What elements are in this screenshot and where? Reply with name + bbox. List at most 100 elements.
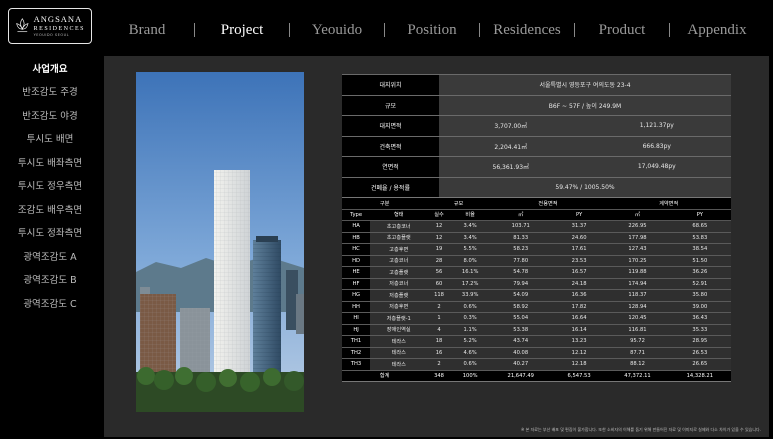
nav-yeouido[interactable]: Yeouido (290, 22, 384, 39)
info-value: 59.47% / 1005.50% (439, 176, 731, 198)
cell-count: 1 (427, 312, 451, 325)
unit-table-body: HA 초고층코너 12 3.4% 103.71 31.37 226.95 68.65 HB 초고층… (342, 220, 731, 371)
col-exclusive-py: PY (551, 209, 607, 221)
info-row-coverage-ratio: 건폐율 / 용적률 59.47% / 1005.50% (342, 176, 731, 198)
cell-type: TH2 (342, 347, 371, 359)
header-contract-area: 계약면적 (606, 197, 731, 210)
cell-exclusive-sqm: 79.94 (489, 278, 552, 290)
cell-count: 18 (427, 335, 451, 348)
cell-contract-py: 53.83 (668, 232, 731, 244)
side-item-wide-aerial-b[interactable]: 광역조감도 B (0, 268, 100, 292)
unit-table-row: HJ 장애인역실 4 1.1% 53.38 16.14 116.81 35.33 (342, 324, 731, 336)
side-item-perspective-rear-left[interactable]: 투시도 배좌측면 (0, 150, 100, 174)
cell-exclusive-sqm: 40.27 (489, 358, 552, 371)
col-ratio: 비율 (450, 209, 490, 221)
cell-contract-py: 36.26 (668, 266, 731, 279)
cell-contract-sqm: 170.25 (606, 255, 669, 267)
building-rendering-image (136, 72, 304, 412)
cell-exclusive-sqm: 54.78 (489, 266, 552, 279)
cell-contract-sqm: 226.95 (606, 220, 669, 233)
side-item-half-aerial-day[interactable]: 반조감도 주경 (0, 80, 100, 104)
cell-form: 저층코너 (370, 278, 428, 290)
col-contract-py: PY (668, 209, 731, 221)
cell-form: 고층플랫 (370, 266, 428, 279)
side-item-perspective-rear[interactable]: 투시도 배면 (0, 127, 100, 151)
cell-type: HE (342, 266, 371, 279)
cell-contract-py: 51.50 (668, 255, 731, 267)
info-label: 대지위치 (342, 74, 439, 95)
unit-table-row: HE 고층플랫 56 16.1% 54.78 16.57 119.88 36.26 (342, 266, 731, 279)
cell-form: 저층플랫-1 (370, 312, 428, 325)
total-exclusive-py: 6,547.53 (551, 369, 607, 382)
info-value: B6F ~ 57F / 높이 249.9M (439, 94, 731, 116)
cell-exclusive-py: 17.61 (551, 243, 607, 256)
unit-type-table: 구분 규모 전용면적 계약면적 Type 형태 실수 비율 ㎡ PY ㎡ PY … (342, 197, 731, 382)
logo-wordmark: ANGSANA (33, 14, 83, 24)
info-value-sqm: 3,707.00㎡ (439, 115, 583, 136)
side-item-overview[interactable]: 사업개요 (0, 56, 100, 80)
info-row-site-area: 대지면적 3,707.00㎡ 1,121.37py (342, 115, 731, 136)
cell-exclusive-py: 13.23 (551, 335, 607, 348)
cell-ratio: 4.6% (450, 347, 490, 359)
col-exclusive-sqm: ㎡ (489, 209, 552, 221)
cell-contract-py: 68.65 (668, 220, 731, 233)
cell-exclusive-sqm: 40.08 (489, 347, 552, 359)
cell-contract-sqm: 88.12 (606, 358, 669, 371)
cell-form: 장애인역실 (370, 324, 428, 336)
nav-brand[interactable]: Brand (100, 22, 194, 39)
col-form: 형태 (370, 209, 428, 221)
cell-type: TH1 (342, 335, 371, 348)
cell-exclusive-py: 16.14 (551, 324, 607, 336)
cell-type: TH3 (342, 358, 371, 371)
side-item-perspective-front-left[interactable]: 투시도 정좌측면 (0, 221, 100, 245)
cell-exclusive-sqm: 53.38 (489, 324, 552, 336)
nav-appendix[interactable]: Appendix (670, 22, 764, 39)
info-value: 서울특별시 영등포구 여의도동 23-4 (439, 74, 731, 95)
cell-contract-sqm: 174.94 (606, 278, 669, 290)
cell-type: HA (342, 220, 371, 233)
nav-project[interactable]: Project (195, 22, 289, 39)
nav-position[interactable]: Position (385, 22, 479, 39)
cell-exclusive-sqm: 81.33 (489, 232, 552, 244)
nav-product[interactable]: Product (575, 22, 669, 39)
cell-ratio: 8.0% (450, 255, 490, 267)
unit-table-row: HC 고층후면 19 5.5% 58.23 17.61 127.43 38.54 (342, 243, 731, 256)
cell-count: 60 (427, 278, 451, 290)
logo-tagline: YEOUIDO SEOUL (33, 32, 70, 37)
total-exclusive-sqm: 21,647.49 (489, 369, 552, 382)
side-item-wide-aerial-c[interactable]: 광역조감도 C (0, 291, 100, 315)
total-label: 합계 (342, 369, 428, 382)
disclaimer-note: ※ 본 자료는 부산 배포 및 편집이 불가합니다. 또한 소비자의 이해를 돕… (521, 427, 761, 432)
cell-exclusive-sqm: 77.80 (489, 255, 552, 267)
cell-exclusive-sqm: 43.74 (489, 335, 552, 348)
cell-type: HH (342, 301, 371, 313)
side-item-aerial-rear-right[interactable]: 조감도 배우측면 (0, 197, 100, 221)
lotus-emblem-icon (16, 18, 29, 33)
nav-residences[interactable]: Residences (480, 22, 574, 39)
cell-contract-py: 26.53 (668, 347, 731, 359)
cell-count: 118 (427, 289, 451, 302)
col-contract-sqm: ㎡ (606, 209, 669, 221)
unit-table-row: TH1 테라스 18 5.2% 43.74 13.23 95.72 28.95 (342, 335, 731, 348)
cell-contract-sqm: 120.45 (606, 312, 669, 325)
side-item-perspective-front-right[interactable]: 투시도 정우측면 (0, 174, 100, 198)
cell-contract-sqm: 128.94 (606, 301, 669, 313)
cell-contract-py: 39.00 (668, 301, 731, 313)
cell-exclusive-py: 24.18 (551, 278, 607, 290)
side-item-half-aerial-night[interactable]: 반조감도 야경 (0, 103, 100, 127)
cell-exclusive-sqm: 103.71 (489, 220, 552, 233)
side-menu: 사업개요 반조감도 주경 반조감도 야경 투시도 배면 투시도 배좌측면 투시도… (0, 56, 100, 315)
header-scale: 규모 (427, 197, 490, 210)
cell-form: 초고층코너 (370, 220, 428, 233)
cell-ratio: 33.9% (450, 289, 490, 302)
cell-type: HI (342, 312, 371, 325)
brand-logo[interactable]: ANGSANA RESIDENCES YEOUIDO SEOUL (8, 8, 92, 44)
cell-contract-py: 36.43 (668, 312, 731, 325)
cell-form: 초고층플랫 (370, 232, 428, 244)
cell-ratio: 1.1% (450, 324, 490, 336)
info-value-sqm: 56,361.93㎡ (439, 156, 583, 177)
side-item-wide-aerial-a[interactable]: 광역조감도 A (0, 244, 100, 268)
info-value-sqm: 2,204.41㎡ (439, 135, 583, 157)
cell-ratio: 0.3% (450, 312, 490, 325)
cell-contract-py: 26.65 (668, 358, 731, 371)
